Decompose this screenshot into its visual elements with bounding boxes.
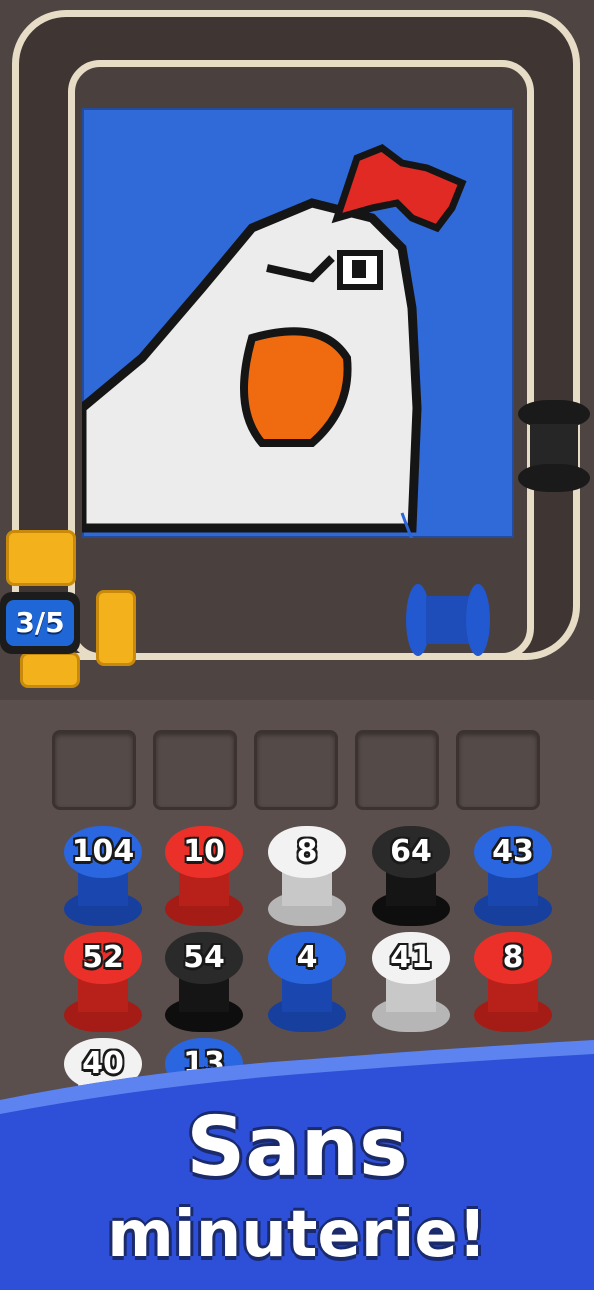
empty-slot[interactable]	[254, 730, 338, 810]
top-left-clamp	[6, 530, 76, 586]
chicken-pixel-art	[82, 144, 467, 538]
black-thread-spool[interactable]	[518, 400, 590, 492]
black-spool[interactable]: 64	[372, 826, 450, 930]
empty-slot[interactable]	[153, 730, 237, 810]
blue-thread-spool[interactable]	[406, 584, 490, 656]
spool-count: 8	[296, 834, 318, 869]
blue-spool[interactable]: 43	[474, 826, 552, 930]
white-spool[interactable]: 8	[268, 826, 346, 930]
headline-line2: minuterie!	[107, 1198, 487, 1272]
empty-slot[interactable]	[355, 730, 439, 810]
spool-count: 4	[296, 940, 318, 975]
spool-count: 104	[71, 834, 135, 869]
red-spool[interactable]: 8	[474, 932, 552, 1036]
spool-count: 52	[82, 940, 124, 975]
spool-count: 64	[390, 834, 432, 869]
empty-slot[interactable]	[52, 730, 136, 810]
red-spool[interactable]: 52	[64, 932, 142, 1036]
right-side-clamp	[96, 590, 136, 666]
headline-line1: Sans	[186, 1100, 408, 1195]
spool-count: 8	[502, 940, 524, 975]
empty-slot[interactable]	[456, 730, 540, 810]
blue-spool[interactable]: 4	[268, 932, 346, 1036]
white-spool[interactable]: 41	[372, 932, 450, 1036]
level-counter: 3/5	[0, 592, 80, 654]
blue-spool[interactable]: 104	[64, 826, 142, 930]
spool-count: 10	[183, 834, 225, 869]
level-counter-text: 3/5	[6, 600, 74, 646]
spool-count: 41	[390, 940, 432, 975]
red-spool[interactable]: 10	[165, 826, 243, 930]
spool-count: 54	[183, 940, 225, 975]
spool-count: 43	[492, 834, 534, 869]
counter-clamp	[20, 652, 80, 688]
black-spool[interactable]: 54	[165, 932, 243, 1036]
